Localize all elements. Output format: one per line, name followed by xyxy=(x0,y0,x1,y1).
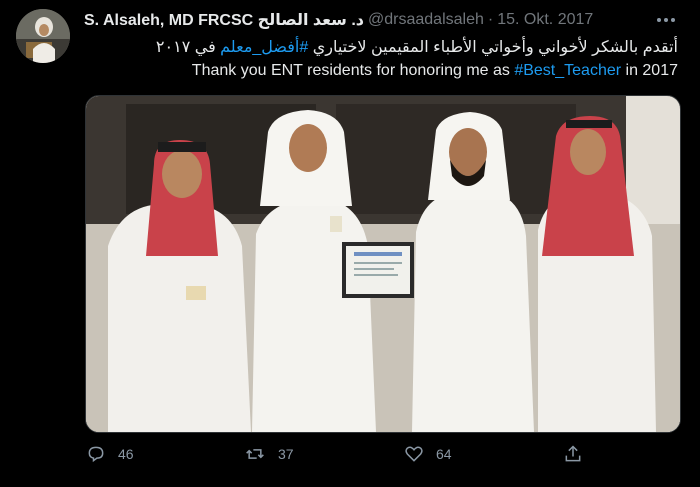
tweet: S. Alsaleh, MD FRCSC د. سعد الصالح @drsa… xyxy=(0,0,700,487)
like-button[interactable]: 64 xyxy=(404,436,452,472)
text-ar-before: أتقدم بالشكر لأخواني وأخواتي الأطباء الم… xyxy=(308,39,678,56)
text-en-before: Thank you ENT residents for honoring me … xyxy=(191,62,515,79)
retweet-button[interactable]: 37 xyxy=(244,436,294,472)
reply-button[interactable]: 46 xyxy=(86,436,134,472)
tweet-header: S. Alsaleh, MD FRCSC د. سعد الصالح @drsa… xyxy=(84,9,684,31)
tweet-actions: 46 37 64 xyxy=(0,436,700,476)
avatar-image xyxy=(16,9,70,63)
avatar[interactable] xyxy=(16,9,70,63)
tweet-photo[interactable] xyxy=(85,95,681,433)
display-name[interactable]: S. Alsaleh, MD FRCSC د. سعد الصالح xyxy=(84,10,364,30)
hashtag-english[interactable]: #Best_Teacher xyxy=(514,62,621,79)
hashtag-arabic[interactable]: #أفضل_معلم xyxy=(220,39,308,56)
user-handle[interactable]: @drsaadalsaleh xyxy=(368,11,484,29)
like-count: 64 xyxy=(436,446,452,462)
separator-dot: · xyxy=(487,11,494,28)
photo-image xyxy=(86,96,680,432)
reply-icon xyxy=(88,446,104,463)
reply-count: 46 xyxy=(118,446,134,462)
retweet-icon xyxy=(246,449,264,459)
heart-icon xyxy=(405,446,423,462)
share-icon xyxy=(565,445,581,462)
text-en-after: in 2017 xyxy=(621,62,679,79)
retweet-count: 37 xyxy=(278,446,294,462)
tweet-text-arabic: أتقدم بالشكر لأخواني وأخواتي الأطباء الم… xyxy=(156,37,678,59)
tweet-text-english: Thank you ENT residents for honoring me … xyxy=(192,60,678,82)
text-ar-after: في ٢٠١٧ xyxy=(155,39,221,56)
more-horizontal-icon xyxy=(657,18,675,22)
share-button[interactable] xyxy=(563,436,595,472)
more-options-button[interactable] xyxy=(654,10,678,30)
tweet-date[interactable]: 15. Okt. 2017 xyxy=(497,11,593,29)
